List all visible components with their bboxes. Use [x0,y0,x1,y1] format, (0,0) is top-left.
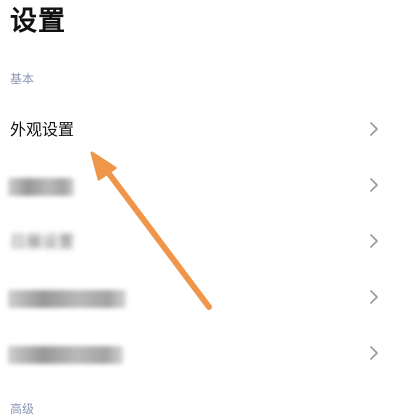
settings-item-label: 外观设置 [10,120,75,139]
chevron-right-icon [370,234,378,248]
section-header-advanced: 高级 [10,402,35,416]
redacted-label [8,290,126,308]
redacted-label [8,178,74,196]
settings-item-redacted-1[interactable] [0,158,400,214]
section-header-basic: 基本 [10,72,35,86]
redacted-label [8,346,123,364]
settings-item-redacted-4[interactable] [0,326,400,382]
settings-item-redacted-3[interactable] [0,270,400,326]
chevron-right-icon [370,122,378,136]
settings-item-label: 日展设置 [10,232,75,251]
settings-item-redacted-2[interactable]: 日展设置 [0,214,400,270]
chevron-right-icon [370,346,378,360]
page-title: 设置 [10,6,66,37]
chevron-right-icon [370,178,378,192]
settings-item-appearance[interactable]: 外观设置 [0,102,400,158]
chevron-right-icon [370,290,378,304]
